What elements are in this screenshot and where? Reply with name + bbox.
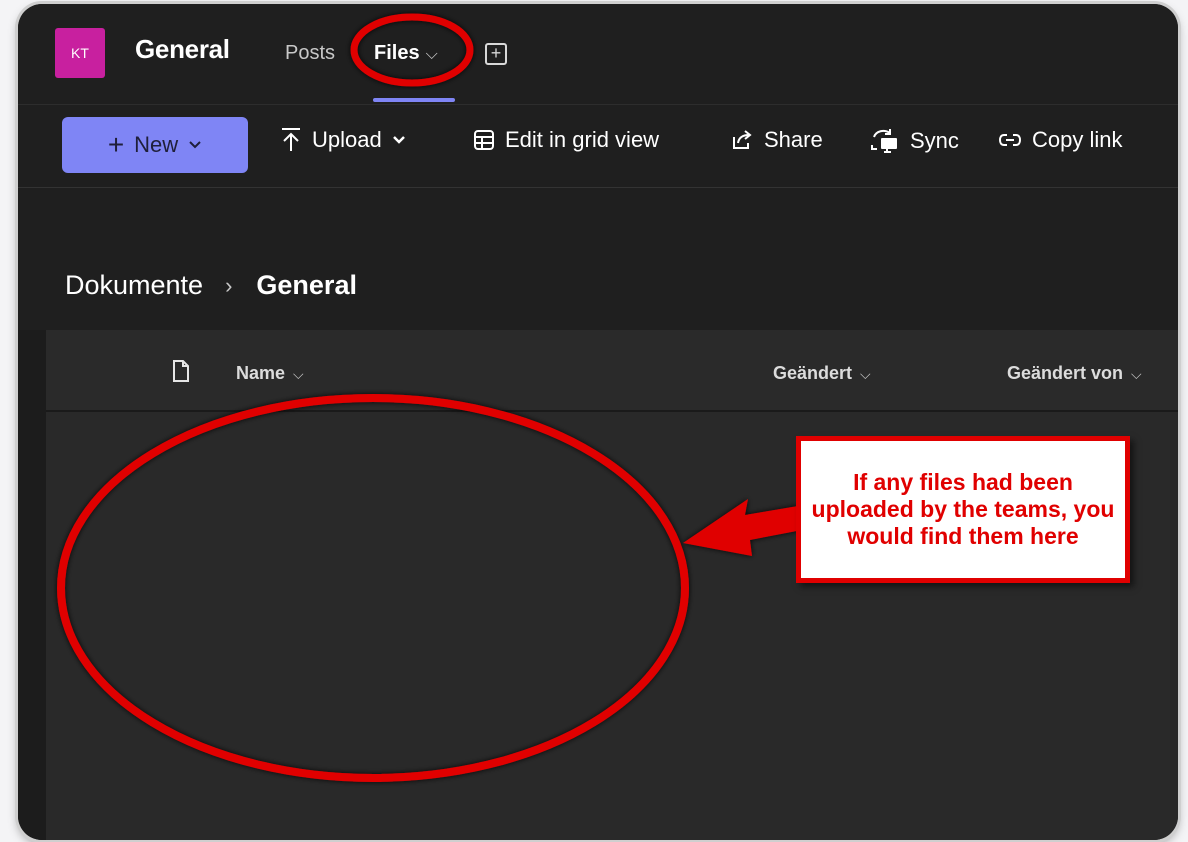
share-button-label: Share bbox=[764, 127, 823, 152]
upload-button-label: Upload bbox=[312, 127, 382, 152]
sync-button[interactable]: Sync bbox=[868, 127, 959, 155]
tab-posts[interactable]: Posts bbox=[285, 42, 335, 65]
grid-icon bbox=[474, 130, 494, 150]
chevron-down-icon[interactable]: ⌵ bbox=[426, 46, 438, 63]
add-tab-icon[interactable]: + bbox=[485, 43, 507, 65]
breadcrumb-current: General bbox=[256, 270, 357, 300]
column-header-modified-by[interactable]: Geändert von ⌵ bbox=[1007, 363, 1142, 384]
chevron-down-icon: ⌵ bbox=[1131, 366, 1142, 382]
file-type-icon[interactable] bbox=[172, 360, 190, 382]
edit-in-grid-view-label: Edit in grid view bbox=[505, 127, 660, 152]
team-avatar[interactable]: KT bbox=[55, 28, 105, 78]
chevron-down-icon: ⌵ bbox=[860, 366, 871, 382]
breadcrumb-root[interactable]: Dokumente bbox=[65, 270, 203, 301]
link-icon bbox=[998, 134, 1022, 146]
new-button[interactable]: + New bbox=[62, 117, 248, 173]
channel-header: KT General Posts Files ⌵ + bbox=[18, 4, 1178, 105]
plus-icon: + bbox=[107, 129, 125, 160]
column-modified-label: Geändert bbox=[773, 363, 853, 383]
upload-button[interactable]: Upload bbox=[280, 127, 406, 153]
chevron-down-icon bbox=[189, 141, 201, 149]
channel-title: General bbox=[135, 34, 230, 64]
chevron-down-icon bbox=[392, 136, 405, 144]
column-name-label: Name bbox=[236, 363, 286, 383]
sync-button-label: Sync bbox=[910, 128, 959, 153]
left-edge bbox=[18, 330, 46, 840]
teams-window: KT General Posts Files ⌵ + + New Upload E… bbox=[18, 4, 1178, 840]
files-toolbar: + New Upload Edit in grid view Share Syn… bbox=[18, 105, 1178, 188]
chevron-down-icon: ⌵ bbox=[293, 366, 304, 382]
column-modified-by-label: Geändert von bbox=[1007, 363, 1124, 383]
edit-in-grid-view-button[interactable]: Edit in grid view bbox=[473, 127, 659, 153]
chevron-right-icon: › bbox=[225, 272, 233, 298]
tab-files-label: Files bbox=[374, 42, 420, 64]
file-list-header: Name ⌵ Geändert ⌵ Geändert von ⌵ bbox=[46, 330, 1178, 412]
column-header-modified[interactable]: Geändert ⌵ bbox=[773, 363, 871, 384]
column-header-name[interactable]: Name ⌵ bbox=[236, 363, 304, 384]
breadcrumb: Dokumente › General bbox=[65, 270, 357, 301]
copy-link-label: Copy link bbox=[1032, 127, 1123, 152]
tab-posts-label: Posts bbox=[285, 42, 336, 64]
tab-files[interactable]: Files ⌵ bbox=[374, 42, 438, 65]
copy-link-button[interactable]: Copy link bbox=[998, 127, 1122, 153]
share-icon bbox=[733, 130, 752, 149]
share-button[interactable]: Share bbox=[730, 127, 823, 153]
active-tab-indicator bbox=[373, 98, 455, 102]
sync-icon bbox=[871, 129, 897, 153]
new-button-label: New bbox=[134, 132, 179, 157]
upload-icon bbox=[282, 128, 300, 151]
annotation-callout: If any files had been uploaded by the te… bbox=[796, 436, 1130, 583]
annotation-callout-text: If any files had been uploaded by the te… bbox=[811, 469, 1115, 549]
